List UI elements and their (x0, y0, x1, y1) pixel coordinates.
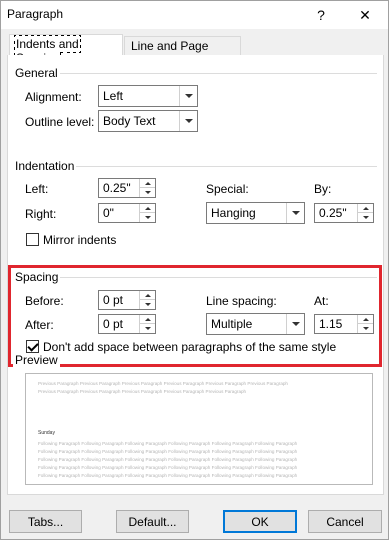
spin-up-icon[interactable] (140, 179, 155, 188)
dialog-title: Paragraph (7, 7, 64, 21)
preview-previous-line: Previous Paragraph Previous Paragraph Pr… (38, 389, 247, 394)
by-spinner[interactable]: 0.25" (314, 203, 374, 223)
special-dropdown[interactable]: Hanging (206, 202, 305, 224)
preview-box: Previous Paragraph Previous Paragraph Pr… (25, 373, 373, 485)
spin-up-icon[interactable] (358, 204, 373, 213)
title-bar: Paragraph ? ✕ (1, 1, 388, 29)
preview-following-line: Following Paragraph Following Paragraph … (38, 441, 298, 446)
indent-left-value: 0.25" (103, 181, 131, 195)
alignment-value: Left (103, 89, 124, 103)
indent-right-value: 0" (103, 206, 114, 220)
chevron-down-icon (179, 86, 197, 106)
spin-up-icon[interactable] (140, 204, 155, 213)
tab-indents-and-spacing[interactable]: Indents and Spacing (9, 34, 123, 67)
ok-button[interactable]: OK (223, 510, 297, 533)
chevron-down-icon (179, 111, 197, 131)
indent-left-label: Left: (25, 182, 49, 196)
default-button[interactable]: Default... (116, 510, 189, 533)
spacing-highlight-box (8, 265, 382, 367)
chevron-down-icon (286, 203, 304, 223)
by-value: 0.25" (319, 206, 347, 220)
outline-level-label: Outline level: (25, 115, 95, 129)
indent-left-spinner[interactable]: 0.25" (98, 178, 156, 198)
indent-right-spinner[interactable]: 0" (98, 203, 156, 223)
tabs-button[interactable]: Tabs... (9, 510, 82, 533)
preview-following-line: Following Paragraph Following Paragraph … (38, 473, 298, 478)
close-icon[interactable]: ✕ (343, 1, 387, 29)
cancel-button-label: Cancel (326, 514, 364, 529)
help-icon[interactable]: ? (299, 1, 343, 29)
cancel-button[interactable]: Cancel (308, 510, 382, 533)
general-divider (15, 73, 377, 74)
spin-down-icon[interactable] (140, 188, 155, 197)
preview-following-line: Following Paragraph Following Paragraph … (38, 449, 298, 454)
ok-button-label: OK (251, 514, 269, 529)
preview-following-line: Following Paragraph Following Paragraph … (38, 457, 298, 462)
spin-down-icon[interactable] (140, 213, 155, 222)
paragraph-dialog: Paragraph ? ✕ Indents and Spacing Line a… (0, 0, 389, 540)
tab-line-and-page-breaks[interactable]: Line and Page Breaks (124, 36, 241, 67)
alignment-label: Alignment: (25, 90, 82, 104)
default-button-label: Default... (128, 514, 177, 529)
special-value: Hanging (211, 206, 256, 220)
by-label: By: (314, 182, 332, 196)
tabs-button-label: Tabs... (27, 514, 64, 529)
mirror-indents-label: Mirror indents (43, 233, 117, 247)
general-group-label: General (13, 66, 60, 80)
preview-sample-text: Sunday (38, 430, 55, 436)
preview-previous-line: Previous Paragraph Previous Paragraph Pr… (38, 381, 288, 386)
indentation-group-label: Indentation (13, 159, 77, 173)
spin-down-icon[interactable] (358, 213, 373, 222)
preview-group-label: Preview (13, 353, 60, 367)
outline-level-value: Body Text (103, 114, 156, 128)
indent-right-label: Right: (25, 207, 57, 221)
outline-level-dropdown[interactable]: Body Text (98, 110, 198, 132)
mirror-indents-checkbox[interactable] (26, 233, 39, 246)
special-label: Special: (206, 182, 249, 196)
preview-following-line: Following Paragraph Following Paragraph … (38, 465, 298, 470)
alignment-dropdown[interactable]: Left (98, 85, 198, 107)
